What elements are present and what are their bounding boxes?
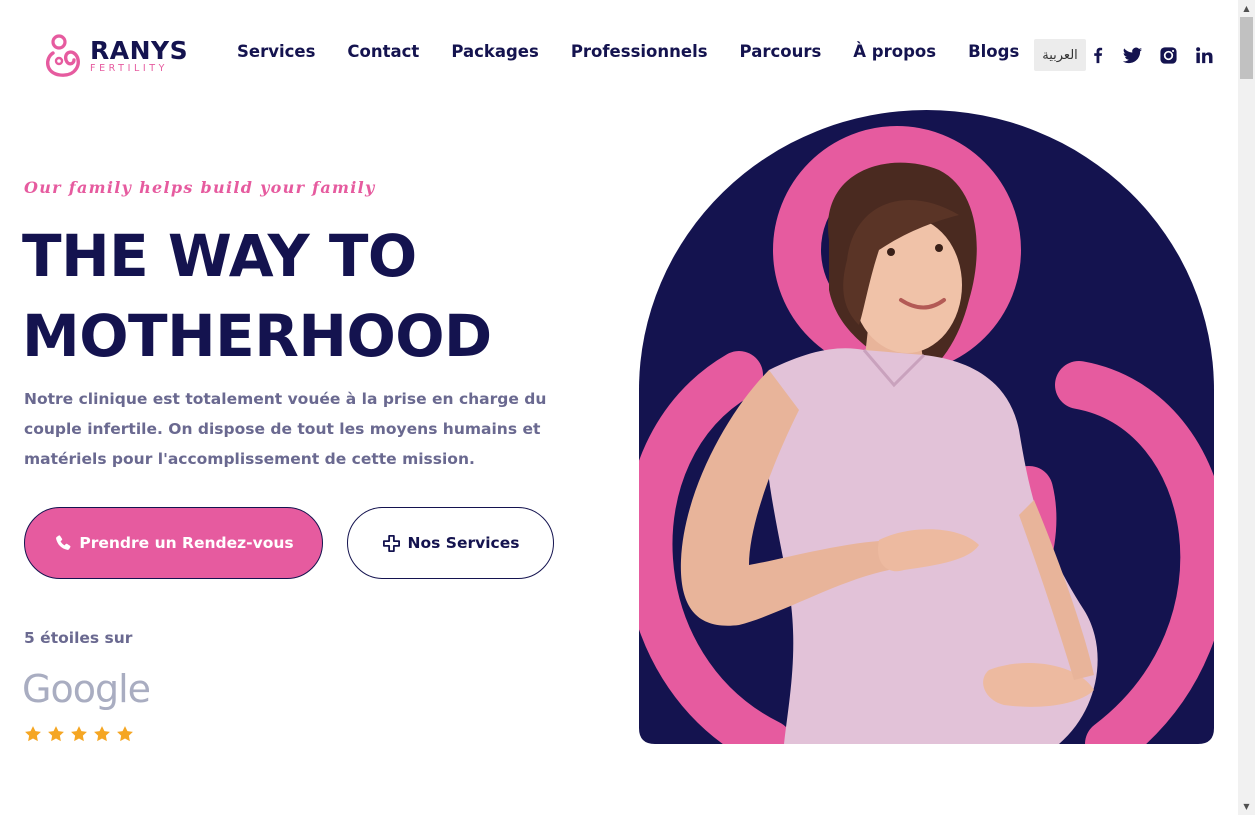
scrollbar-thumb[interactable] (1240, 17, 1253, 79)
book-appointment-button[interactable]: Prendre un Rendez-vous (24, 507, 323, 579)
nav-item-contact[interactable]: Contact (347, 42, 419, 61)
hero-description: Notre clinique est totalement vouée à la… (24, 390, 547, 468)
our-services-label: Nos Services (407, 534, 520, 552)
nav-item-blogs[interactable]: Blogs (968, 42, 1019, 61)
language-switch-button[interactable]: العربية (1034, 39, 1086, 71)
nav-item-packages[interactable]: Packages (451, 42, 539, 61)
twitter-icon[interactable] (1121, 44, 1143, 66)
hero-title-line1: THE WAY TO (22, 222, 417, 290)
scroll-down-arrow-icon[interactable]: ▼ (1238, 798, 1255, 815)
book-appointment-label: Prendre un Rendez-vous (79, 534, 294, 552)
phone-icon (53, 533, 73, 553)
nav-item-services[interactable]: Services (237, 42, 315, 61)
facebook-icon[interactable] (1087, 44, 1109, 66)
site-header: RANYS FERTILITY Services Contact Package… (0, 0, 1238, 108)
hero-image (639, 110, 1214, 744)
nav-item-professionnels[interactable]: Professionnels (571, 42, 708, 61)
linkedin-icon[interactable] (1193, 44, 1215, 66)
hero-tagline: Our family helps build your family (24, 178, 376, 197)
nav-item-parcours[interactable]: Parcours (740, 42, 822, 61)
logo-name: RANYS (90, 36, 189, 66)
google-logo: Google (22, 667, 151, 711)
star-icon (48, 726, 64, 742)
main-nav: Services Contact Packages Professionnels… (237, 42, 1019, 61)
hero-title: THE WAY TO MOTHERHOOD (22, 216, 492, 376)
rating-stars (24, 725, 134, 743)
logo-mark-icon (46, 34, 80, 77)
star-icon (117, 726, 133, 742)
scroll-up-arrow-icon[interactable]: ▲ (1238, 0, 1255, 17)
star-icon (25, 726, 41, 742)
star-icon (94, 726, 110, 742)
nav-item-a-propos[interactable]: À propos (853, 42, 936, 61)
logo-subtitle: FERTILITY (90, 63, 169, 75)
page-scrollbar[interactable] (1238, 0, 1255, 815)
instagram-icon[interactable] (1157, 44, 1179, 66)
star-icon (71, 726, 87, 742)
our-services-button[interactable]: Nos Services (347, 507, 554, 579)
medical-cross-icon (382, 533, 402, 553)
brand-logo[interactable]: RANYS FERTILITY (44, 32, 194, 80)
hero-title-line2: MOTHERHOOD (22, 302, 492, 370)
rating-label: 5 étoiles sur (24, 629, 133, 647)
